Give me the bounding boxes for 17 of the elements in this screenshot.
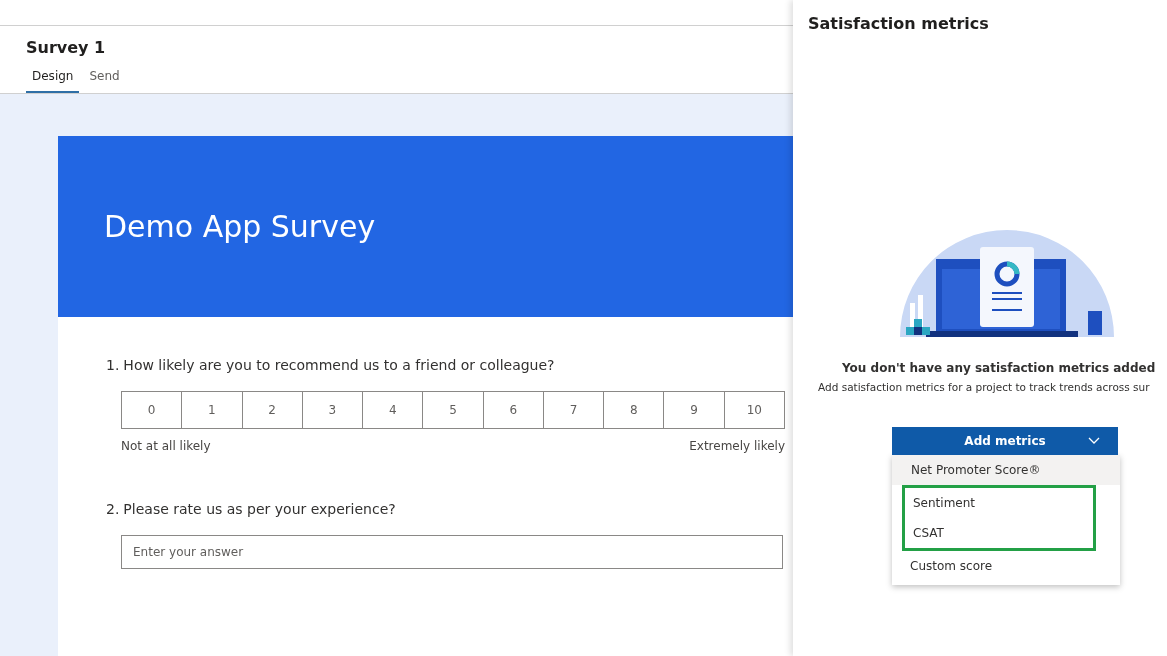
scale-low-label: Not at all likely — [121, 439, 211, 453]
answer-field[interactable]: Enter your answer — [121, 535, 783, 569]
tab[interactable]: Design — [26, 67, 80, 93]
empty-state-title: You don't have any satisfaction metrics added — [842, 361, 1156, 375]
question-text: Please rate us as per your experience? — [123, 501, 396, 517]
menu-item[interactable]: Net Promoter Score® — [892, 455, 1120, 485]
chevron-down-icon — [1088, 437, 1100, 445]
add-metrics-dropdown[interactable]: Add metrics — [892, 427, 1118, 455]
survey-title: Survey 1 — [26, 38, 107, 57]
empty-state-text: Add satisfaction metrics for a project to track trends across sur — [818, 381, 1150, 393]
question-number: 1. — [106, 357, 120, 373]
question-text: How likely are you to recommend us to a friend or colleague? — [123, 357, 555, 373]
banner-title: Demo App Survey — [104, 209, 376, 244]
scale-high-label: Extremely likely — [689, 439, 785, 453]
question-number: 2. — [106, 501, 120, 517]
tab[interactable]: Send — [83, 67, 126, 93]
panel-title: Satisfaction metrics — [808, 14, 990, 33]
